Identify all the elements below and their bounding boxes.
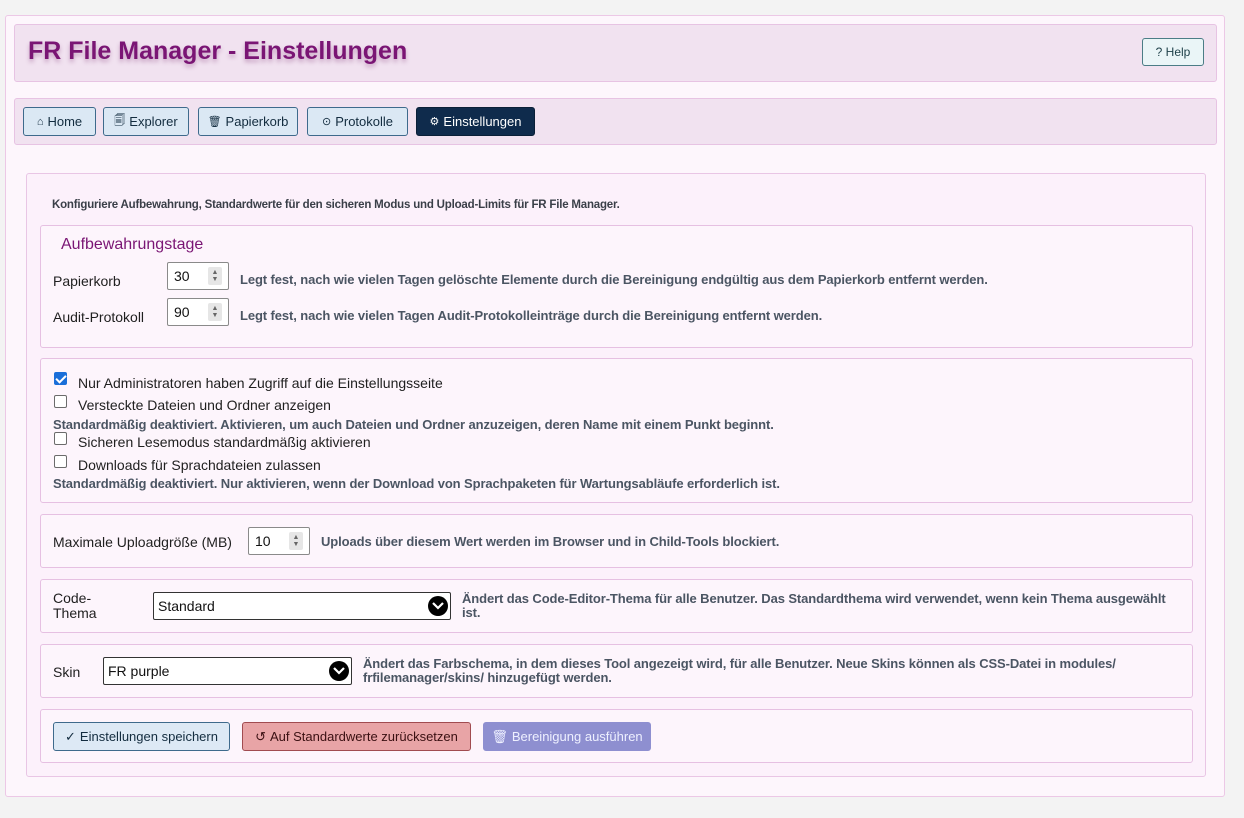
nav-logs-label: Protokolle: [335, 114, 394, 129]
code-theme-label-line1: Code-: [53, 590, 92, 606]
safe-read-checkbox[interactable]: [54, 432, 67, 445]
explorer-icon: 🗐: [114, 115, 126, 127]
audit-days-label: Audit-Protokoll: [53, 309, 145, 325]
skin-value: FR purple: [108, 663, 170, 679]
upload-size-value: 10: [255, 533, 271, 549]
skin-fieldset: Skin FR purple Ändert das Farbschema, in…: [40, 644, 1193, 698]
intro-text: Konfiguriere Aufbewahrung, Standardwerte…: [52, 199, 620, 211]
upload-size-input[interactable]: 10 ▲ ▼: [248, 527, 310, 555]
main-nav: ⌂ Home 🗐 Explorer 🗑 Papierkorb ⊙ Protoko…: [14, 98, 1217, 145]
trash-days-value: 30: [174, 268, 190, 284]
home-icon: ⌂: [36, 115, 44, 128]
lang-download-help: Standardmäßig deaktiviert. Nur aktiviere…: [53, 476, 780, 491]
run-cleanup-button[interactable]: 🗑 Bereinigung ausführen: [483, 722, 651, 751]
upload-fieldset: Maximale Uploadgröße (MB) 10 ▲ ▼ Uploads …: [40, 514, 1193, 568]
upload-size-label: Maximale Uploadgröße (MB): [53, 534, 232, 550]
audit-days-input[interactable]: 90 ▲ ▼: [167, 298, 229, 326]
gear-icon: ⚙: [429, 116, 440, 128]
run-cleanup-label: Bereinigung ausführen: [511, 729, 643, 744]
code-theme-value: Standard: [158, 598, 215, 614]
admin-only-label: Nur Administratoren haben Zugriff auf di…: [78, 375, 443, 391]
trash-days-input[interactable]: 30 ▲ ▼: [167, 262, 229, 290]
trash-icon: 🗑: [491, 728, 508, 744]
reset-defaults-label: Auf Standardwerte zurücksetzen: [270, 729, 458, 744]
spinner-icon[interactable]: ▲ ▼: [208, 303, 222, 321]
chevron-down-icon: [428, 596, 448, 616]
code-theme-fieldset: Code- Thema Standard Ändert das Code-Edi…: [40, 579, 1193, 633]
code-theme-label-line2: Thema: [53, 605, 97, 621]
trash-days-help: Legt fest, nach wie vielen Tagen gelösch…: [240, 272, 988, 287]
show-hidden-help: Standardmäßig deaktiviert. Aktivieren, u…: [53, 417, 774, 432]
help-button[interactable]: ? Help: [1142, 38, 1204, 66]
retention-legend: Aufbewahrungstage: [61, 236, 204, 253]
audit-days-help: Legt fest, nach wie vielen Tagen Audit-P…: [240, 308, 823, 323]
nav-settings-button[interactable]: ⚙ Einstellungen: [416, 107, 535, 136]
nav-explorer-button[interactable]: 🗐 Explorer: [103, 107, 189, 136]
skin-select[interactable]: FR purple: [103, 657, 352, 685]
nav-logs-button[interactable]: ⊙ Protokolle: [307, 107, 408, 136]
nav-home-label: Home: [47, 114, 83, 129]
settings-panel: Konfiguriere Aufbewahrung, Standardwerte…: [26, 173, 1206, 777]
page-title: FR File Manager - Einstellungen: [28, 37, 408, 65]
admin-only-checkbox[interactable]: [54, 372, 67, 385]
chevron-down-icon: [329, 661, 349, 681]
code-theme-label: Code- Thema: [53, 591, 97, 621]
upload-size-help: Uploads über diesem Wert werden im Brows…: [321, 534, 780, 549]
save-settings-label: Einstellungen speichern: [79, 729, 218, 744]
lang-download-checkbox[interactable]: [54, 455, 67, 468]
reset-icon: ↺: [255, 728, 266, 744]
reset-defaults-button[interactable]: ↺ Auf Standardwerte zurücksetzen: [242, 722, 471, 751]
code-theme-select[interactable]: Standard: [153, 592, 451, 620]
retention-fieldset: Aufbewahrungstage Papierkorb 30 ▲ ▼ Legt …: [40, 225, 1193, 348]
safe-read-label: Sicheren Lesemodus standardmäßig aktivie…: [78, 434, 371, 450]
nav-home-button[interactable]: ⌂ Home: [23, 107, 96, 136]
check-icon: ✓: [65, 728, 76, 744]
settings-page: FR File Manager - Einstellungen ? Help ⌂…: [5, 15, 1225, 797]
actions-fieldset: ✓ Einstellungen speichern ↺ Auf Standard…: [40, 709, 1193, 763]
nav-trash-label: Papierkorb: [225, 114, 289, 129]
logs-icon: ⊙: [321, 116, 332, 128]
spinner-icon[interactable]: ▲ ▼: [289, 532, 303, 550]
nav-settings-label: Einstellungen: [443, 114, 522, 129]
audit-days-value: 90: [174, 304, 190, 320]
options-fieldset: Nur Administratoren haben Zugriff auf di…: [40, 358, 1193, 503]
spinner-icon[interactable]: ▲ ▼: [208, 267, 222, 285]
skin-help: Ändert das Farbschema, in dem dieses Too…: [363, 656, 1116, 685]
trash-days-label: Papierkorb: [53, 273, 121, 289]
save-settings-button[interactable]: ✓ Einstellungen speichern: [53, 722, 230, 751]
page-header: FR File Manager - Einstellungen ? Help: [14, 24, 1217, 82]
show-hidden-checkbox[interactable]: [54, 395, 67, 408]
nav-explorer-label: Explorer: [129, 114, 178, 129]
lang-download-label: Downloads für Sprachdateien zulassen: [78, 457, 321, 473]
nav-trash-button[interactable]: 🗑 Papierkorb: [198, 107, 298, 136]
trash-icon: 🗑: [207, 116, 222, 128]
code-theme-help: Ändert das Code-Editor-Thema für alle Be…: [462, 591, 1166, 620]
skin-label: Skin: [53, 664, 81, 680]
show-hidden-label: Versteckte Dateien und Ordner anzeigen: [78, 397, 331, 413]
